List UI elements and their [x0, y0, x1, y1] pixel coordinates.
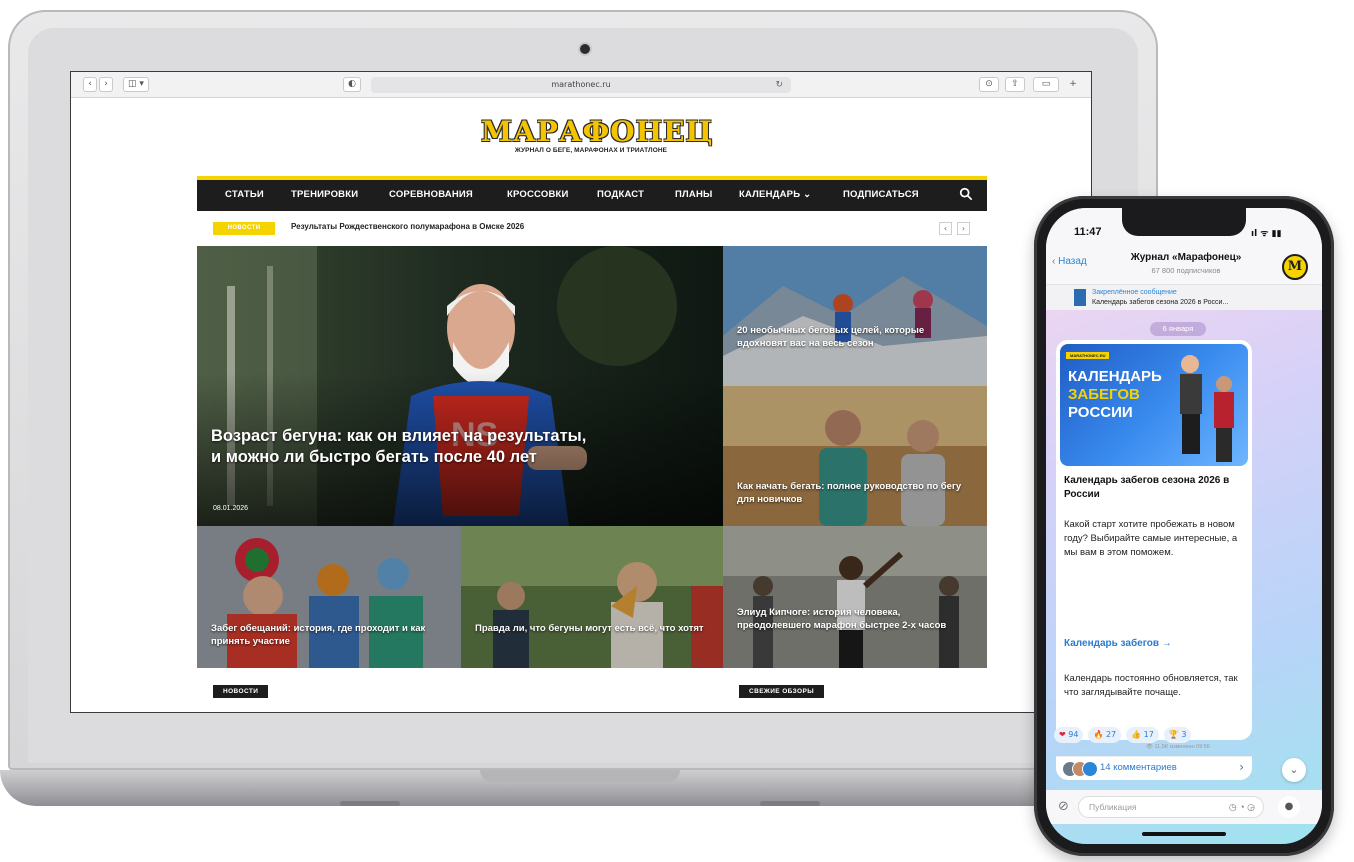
- post-title: Календарь забегов сезона 2026 в России: [1064, 475, 1230, 500]
- comments-count: 14 комментариев: [1100, 762, 1177, 773]
- tile-title-goals[interactable]: 20 необычных беговых целей, которые вдох…: [737, 324, 947, 350]
- privacy-shield-icon[interactable]: ◐: [343, 77, 361, 92]
- tile-title-promise-run[interactable]: Забег обещаний: история, где проходит и …: [211, 622, 441, 648]
- nav-item-subscribe[interactable]: ПОДПИСАТЬСЯ: [843, 189, 919, 200]
- pinned-text: Календарь забегов сезона 2026 в Росси...: [1092, 299, 1229, 306]
- news-ticker: НОВОСТИ Результаты Рождественского полум…: [197, 218, 987, 240]
- post-paragraph-2: Календарь постоянно обновляется, так что…: [1064, 673, 1238, 698]
- nav-item-competitions[interactable]: СОРЕВНОВАНИЯ: [389, 189, 473, 200]
- reaction-trophy[interactable]: 🏆 3: [1163, 727, 1192, 743]
- post-calendar-link[interactable]: Календарь забегов →: [1064, 638, 1172, 649]
- article-tile-promise-run[interactable]: Забег обещаний: история, где проходит и …: [197, 526, 461, 668]
- date-pill: 6 января: [1150, 322, 1206, 336]
- message-input[interactable]: Публикация ◷ ◔ ◶: [1078, 796, 1264, 818]
- downloads-button[interactable]: ⊙: [979, 77, 999, 92]
- post-meta: 👁 11,5K изменено 09:56: [1146, 744, 1210, 750]
- logo-wordmark: МАРАФОНЕЦ: [481, 115, 714, 148]
- logo-tagline: ЖУРНАЛ О БЕГЕ, МАРАФОНАХ И ТРИАТЛОНЕ: [514, 147, 668, 154]
- post-image[interactable]: MARATHONEC.RU КАЛЕНДАРЬ ЗАБЕГОВ РОССИИ: [1060, 344, 1248, 466]
- pinned-label: Закреплённое сообщение: [1092, 289, 1177, 296]
- reaction-heart[interactable]: ❤ 94: [1054, 727, 1084, 743]
- address-bar-url: marathonec.ru: [551, 80, 611, 89]
- laptop-foot: [760, 801, 820, 806]
- nav-item-articles[interactable]: СТАТЬИ: [225, 189, 264, 200]
- share-button[interactable]: ⇧: [1005, 77, 1025, 92]
- ticker-prev-button[interactable]: ‹: [939, 222, 952, 235]
- laptop-camera: [580, 44, 590, 54]
- tile-title-eat-anything[interactable]: Правда ли, что бегуны могут есть всё, чт…: [475, 622, 705, 635]
- section-news-badge[interactable]: НОВОСТИ: [213, 685, 269, 698]
- sidebar-toggle-button[interactable]: ◫ ▾: [123, 77, 149, 92]
- article-tile-kipchoge[interactable]: Элиуд Кипчоге: история человека, преодол…: [723, 526, 987, 668]
- message-input-placeholder: Публикация: [1089, 802, 1137, 812]
- back-button[interactable]: ‹: [83, 77, 97, 92]
- main-nav: СТАТЬИ ТРЕНИРОВКИ СОРЕВНОВАНИЯ КРОССОВКИ…: [197, 176, 987, 211]
- ticker-next-button[interactable]: ›: [957, 222, 970, 235]
- tile-photo-eating: [461, 526, 723, 668]
- tabs-overview-button[interactable]: ▭: [1033, 77, 1059, 92]
- article-tile-beginners[interactable]: Как начать бегать: полное руководство по…: [723, 386, 987, 526]
- channel-post: MARATHONEC.RU КАЛЕНДАРЬ ЗАБЕГОВ РОССИИ К…: [1056, 340, 1252, 740]
- post-image-runners: [1180, 355, 1234, 462]
- browser-toolbar: ‹ › ◫ ▾ ◐ marathonec.ru ↻ ⊙ ⇧ ▭ +: [71, 72, 1091, 98]
- laptop-opening-notch: [480, 770, 680, 782]
- input-timer-bell-icons[interactable]: ◷ ◔ ◶: [1229, 797, 1255, 817]
- mockup-stage: ‹ › ◫ ▾ ◐ marathonec.ru ↻ ⊙ ⇧ ▭ + МАРАФО…: [0, 0, 1354, 862]
- post-image-line-3: РОССИИ: [1068, 404, 1133, 421]
- section-reviews-badge[interactable]: СВЕЖИЕ ОБЗОРЫ: [739, 685, 824, 698]
- attach-icon[interactable]: ⊘: [1058, 799, 1069, 814]
- new-tab-button[interactable]: +: [1065, 77, 1081, 92]
- message-input-bar: ⊘ Публикация ◷ ◔ ◶ ●: [1046, 790, 1322, 824]
- address-bar[interactable]: marathonec.ru ↻: [371, 77, 791, 93]
- commenter-avatars: [1062, 761, 1098, 777]
- channel-avatar[interactable]: M: [1282, 254, 1308, 280]
- comments-button[interactable]: 14 комментариев ›: [1056, 756, 1252, 780]
- pinned-message[interactable]: Закреплённое сообщение Календарь забегов…: [1046, 284, 1322, 310]
- tile-photo-kipchoge: [723, 526, 987, 668]
- phone: 11:47 ıl ᯤ ▮▮ ‹ Назад Журнал «Марафонец»…: [1034, 196, 1334, 856]
- hero-date: 08.01.2026: [213, 505, 249, 512]
- post-image-line-2: ЗАБЕГОВ: [1068, 386, 1140, 403]
- post-image-line-1: КАЛЕНДАРЬ: [1068, 368, 1162, 385]
- tile-title-kipchoge[interactable]: Элиуд Кипчоге: история человека, преодол…: [737, 606, 973, 632]
- search-icon[interactable]: [959, 187, 973, 201]
- laptop-screen: ‹ › ◫ ▾ ◐ marathonec.ru ↻ ⊙ ⇧ ▭ + МАРАФО…: [70, 71, 1092, 713]
- mic-icon[interactable]: ●: [1278, 796, 1300, 818]
- scroll-down-button[interactable]: ⌄: [1282, 758, 1306, 782]
- forward-button[interactable]: ›: [99, 77, 113, 92]
- phone-screen: 11:47 ıl ᯤ ▮▮ ‹ Назад Журнал «Марафонец»…: [1046, 208, 1322, 844]
- status-icons: ıl ᯤ ▮▮: [1251, 229, 1282, 239]
- reaction-fire[interactable]: 🔥 27: [1088, 727, 1122, 743]
- post-image-badge: MARATHONEC.RU: [1066, 352, 1110, 359]
- reaction-thumbs-up[interactable]: 👍 17: [1126, 727, 1159, 743]
- channel-subscribers: 67 800 подписчиков: [1151, 266, 1221, 275]
- hero-title[interactable]: Возраст бегуна: как он влияет на результ…: [211, 426, 601, 468]
- hero-article[interactable]: NS Возраст бегуна: как он влияет на резу…: [197, 246, 723, 526]
- ticker-badge: НОВОСТИ: [213, 222, 275, 235]
- article-tile-eat-anything[interactable]: Правда ли, что бегуны могут есть всё, чт…: [461, 526, 723, 668]
- nav-item-calendar[interactable]: КАЛЕНДАРЬ ⌄: [739, 189, 811, 200]
- channel-title[interactable]: Журнал «Марафонец»: [1116, 252, 1256, 263]
- home-indicator: [1142, 832, 1226, 836]
- nav-item-trainings[interactable]: ТРЕНИРОВКИ: [291, 189, 358, 200]
- avatar: [1082, 761, 1098, 777]
- tile-title-beginners[interactable]: Как начать бегать: полное руководство по…: [737, 480, 977, 506]
- phone-notch: [1122, 208, 1246, 236]
- article-tile-goals[interactable]: 20 необычных беговых целей, которые вдох…: [723, 246, 987, 386]
- ticker-headline[interactable]: Результаты Рождественского полумарафона …: [291, 222, 524, 231]
- reactions-row: ❤ 94 🔥 27 👍 17 🏆 3: [1054, 722, 1250, 743]
- nav-item-sneakers[interactable]: КРОССОВКИ: [507, 189, 569, 200]
- back-button[interactable]: ‹ Назад: [1052, 256, 1087, 267]
- reload-icon[interactable]: ↻: [775, 77, 783, 93]
- chevron-right-icon: ›: [1239, 760, 1244, 774]
- site-logo[interactable]: МАРАФОНЕЦ ЖУРНАЛ О БЕГЕ, МАРАФОНАХ И ТРИ…: [481, 115, 714, 155]
- pinned-thumbnail: [1074, 289, 1086, 306]
- tile-photo-mountains: [723, 246, 987, 386]
- status-time: 11:47: [1074, 226, 1102, 238]
- laptop-foot: [340, 801, 400, 806]
- hero-photo: NS: [197, 246, 723, 526]
- post-paragraph-1: Какой старт хотите пробежать в новом год…: [1064, 519, 1238, 558]
- nav-item-plans[interactable]: ПЛАНЫ: [675, 189, 713, 200]
- nav-item-podcast[interactable]: ПОДКАСТ: [597, 189, 644, 200]
